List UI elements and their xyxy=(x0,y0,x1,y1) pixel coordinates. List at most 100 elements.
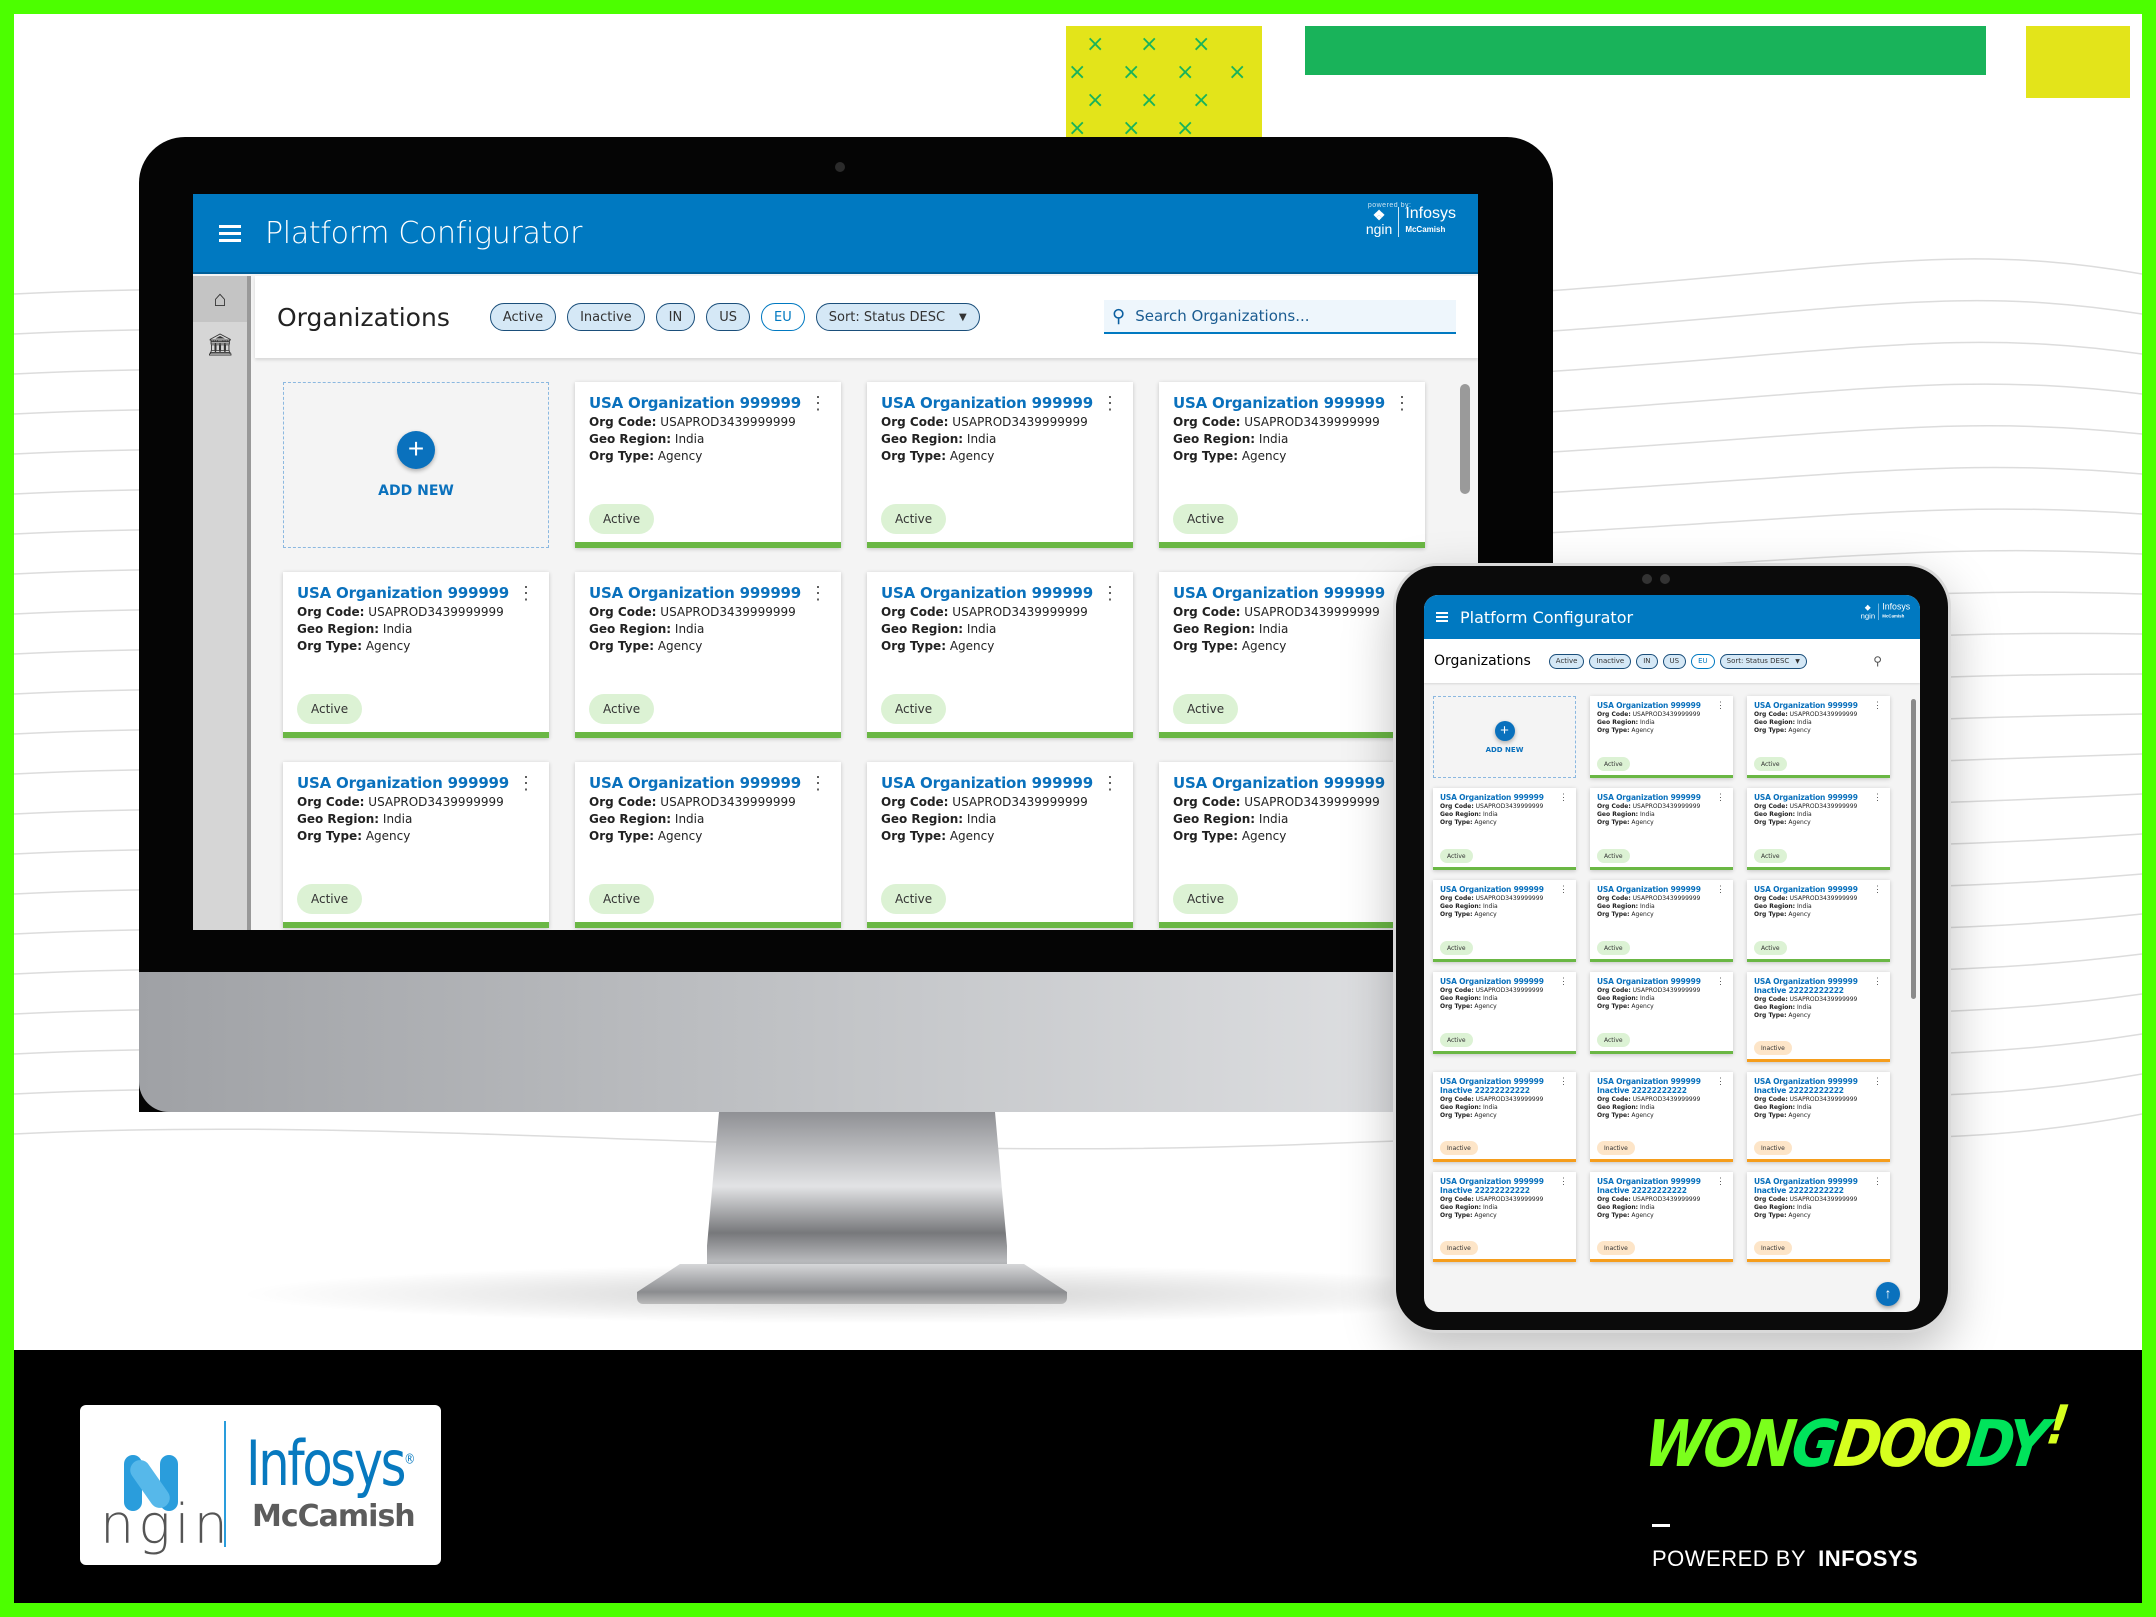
organization-card[interactable]: USA Organization 999999⋮Org Code: USAPRO… xyxy=(575,572,841,738)
more-options-icon[interactable]: ⋮ xyxy=(809,584,827,602)
sidebar-item-organizations[interactable]: 🏛 xyxy=(193,322,247,368)
organization-card[interactable]: USA Organization 999999⋮Org Code: USAPRO… xyxy=(283,762,549,928)
organization-name[interactable]: USA Organization 999999 xyxy=(1754,793,1883,802)
organization-card[interactable]: USA Organization 999999⋮Org Code: USAPRO… xyxy=(1590,696,1733,778)
organization-name[interactable]: USA Organization 999999 xyxy=(1597,977,1726,986)
more-options-icon[interactable]: ⋮ xyxy=(1716,885,1725,894)
organization-name[interactable]: USA Organization 999999 xyxy=(1440,977,1569,986)
organization-card[interactable]: USA Organization 999999 Inactive 2222222… xyxy=(1747,972,1890,1062)
scrollbar[interactable] xyxy=(1911,699,1916,999)
organization-name[interactable]: USA Organization 999999 xyxy=(1754,885,1883,894)
filter-chip-inactive[interactable]: Inactive xyxy=(1589,653,1632,669)
organization-card[interactable]: USA Organization 999999⋮Org Code: USAPRO… xyxy=(1159,572,1425,738)
sort-dropdown[interactable]: Sort: Status DESC ▼ xyxy=(1719,653,1807,669)
filter-chip-in[interactable]: IN xyxy=(655,303,696,331)
more-options-icon[interactable]: ⋮ xyxy=(809,394,827,412)
organization-name[interactable]: USA Organization 999999 Inactive 2222222… xyxy=(1597,1177,1726,1195)
organization-name[interactable]: USA Organization 999999 xyxy=(1173,584,1411,602)
organization-card[interactable]: USA Organization 999999⋮Org Code: USAPRO… xyxy=(867,572,1133,738)
organization-card[interactable]: USA Organization 999999⋮Org Code: USAPRO… xyxy=(867,382,1133,548)
organization-card[interactable]: USA Organization 999999⋮Org Code: USAPRO… xyxy=(1159,762,1425,928)
more-options-icon[interactable]: ⋮ xyxy=(1101,774,1119,792)
organization-card[interactable]: USA Organization 999999⋮Org Code: USAPRO… xyxy=(1433,880,1576,962)
more-options-icon[interactable]: ⋮ xyxy=(517,774,535,792)
filter-chip-active[interactable]: Active xyxy=(489,303,557,331)
organization-name[interactable]: USA Organization 999999 xyxy=(297,584,535,602)
more-options-icon[interactable]: ⋮ xyxy=(1873,793,1882,802)
organization-name[interactable]: USA Organization 999999 xyxy=(589,584,827,602)
more-options-icon[interactable]: ⋮ xyxy=(1716,977,1725,986)
sort-dropdown[interactable]: Sort: Status DESC ▼ xyxy=(815,303,980,331)
more-options-icon[interactable]: ⋮ xyxy=(1393,394,1411,412)
more-options-icon[interactable]: ⋮ xyxy=(1559,977,1568,986)
organization-card[interactable]: USA Organization 999999⋮Org Code: USAPRO… xyxy=(1590,972,1733,1054)
organization-name[interactable]: USA Organization 999999 xyxy=(1597,885,1726,894)
more-options-icon[interactable]: ⋮ xyxy=(809,774,827,792)
more-options-icon[interactable]: ⋮ xyxy=(1873,885,1882,894)
organization-card[interactable]: USA Organization 999999⋮Org Code: USAPRO… xyxy=(1590,880,1733,962)
organization-name[interactable]: USA Organization 999999 Inactive 2222222… xyxy=(1597,1077,1726,1095)
scroll-to-top-button[interactable]: ↑ xyxy=(1876,1282,1900,1306)
organization-name[interactable]: USA Organization 999999 xyxy=(1754,701,1883,710)
organization-card[interactable]: USA Organization 999999 Inactive 2222222… xyxy=(1433,1072,1576,1162)
more-options-icon[interactable]: ⋮ xyxy=(1559,1177,1568,1186)
organization-card[interactable]: USA Organization 999999⋮Org Code: USAPRO… xyxy=(1433,972,1576,1054)
search-icon[interactable]: ⚲ xyxy=(1873,654,1882,668)
organization-name[interactable]: USA Organization 999999 xyxy=(881,774,1119,792)
add-new-card[interactable]: + ADD NEW xyxy=(283,382,549,548)
organization-card[interactable]: USA Organization 999999⋮Org Code: USAPRO… xyxy=(1747,880,1890,962)
filter-chip-in[interactable]: IN xyxy=(1636,653,1658,669)
more-options-icon[interactable]: ⋮ xyxy=(1559,1077,1568,1086)
organization-card[interactable]: USA Organization 999999 Inactive 2222222… xyxy=(1747,1072,1890,1162)
organization-name[interactable]: USA Organization 999999 Inactive 2222222… xyxy=(1440,1177,1569,1195)
filter-chip-us[interactable]: US xyxy=(706,303,751,331)
organization-card[interactable]: USA Organization 999999⋮Org Code: USAPRO… xyxy=(283,572,549,738)
organization-card[interactable]: USA Organization 999999⋮Org Code: USAPRO… xyxy=(867,762,1133,928)
more-options-icon[interactable]: ⋮ xyxy=(1101,584,1119,602)
filter-chip-eu[interactable]: EU xyxy=(761,303,805,331)
organization-card[interactable]: USA Organization 999999 Inactive 2222222… xyxy=(1747,1172,1890,1262)
organization-name[interactable]: USA Organization 999999 xyxy=(1440,793,1569,802)
organization-card[interactable]: USA Organization 999999⋮Org Code: USAPRO… xyxy=(1433,788,1576,870)
add-new-card[interactable]: + ADD NEW xyxy=(1433,696,1576,778)
organization-card[interactable]: USA Organization 999999 Inactive 2222222… xyxy=(1590,1072,1733,1162)
organization-name[interactable]: USA Organization 999999 xyxy=(881,584,1119,602)
more-options-icon[interactable]: ⋮ xyxy=(1559,885,1568,894)
organization-card[interactable]: USA Organization 999999⋮Org Code: USAPRO… xyxy=(1590,788,1733,870)
more-options-icon[interactable]: ⋮ xyxy=(1716,793,1725,802)
organization-card[interactable]: USA Organization 999999 Inactive 2222222… xyxy=(1590,1172,1733,1262)
organization-name[interactable]: USA Organization 999999 xyxy=(589,394,827,412)
organization-card[interactable]: USA Organization 999999⋮Org Code: USAPRO… xyxy=(575,382,841,548)
more-options-icon[interactable]: ⋮ xyxy=(1101,394,1119,412)
organization-name[interactable]: USA Organization 999999 xyxy=(297,774,535,792)
filter-chip-eu[interactable]: EU xyxy=(1691,653,1715,669)
organization-card[interactable]: USA Organization 999999 Inactive 2222222… xyxy=(1433,1172,1576,1262)
filter-chip-us[interactable]: US xyxy=(1662,653,1687,669)
organization-name[interactable]: USA Organization 999999 Inactive 2222222… xyxy=(1754,977,1883,995)
more-options-icon[interactable]: ⋮ xyxy=(1716,1177,1725,1186)
menu-icon[interactable] xyxy=(219,224,241,242)
more-options-icon[interactable]: ⋮ xyxy=(1873,977,1882,986)
organization-card[interactable]: USA Organization 999999⋮Org Code: USAPRO… xyxy=(1159,382,1425,548)
organization-name[interactable]: USA Organization 999999 xyxy=(881,394,1119,412)
sidebar-item-home[interactable]: ⌂ xyxy=(193,276,247,322)
scrollbar[interactable] xyxy=(1460,384,1470,494)
more-options-icon[interactable]: ⋮ xyxy=(1559,793,1568,802)
organization-name[interactable]: USA Organization 999999 xyxy=(1173,774,1411,792)
more-options-icon[interactable]: ⋮ xyxy=(1716,701,1725,710)
search-input[interactable] xyxy=(1135,307,1416,325)
organization-name[interactable]: USA Organization 999999 Inactive 2222222… xyxy=(1754,1177,1883,1195)
more-options-icon[interactable]: ⋮ xyxy=(1716,1077,1725,1086)
more-options-icon[interactable]: ⋮ xyxy=(1873,701,1882,710)
organization-name[interactable]: USA Organization 999999 xyxy=(1597,793,1726,802)
menu-icon[interactable] xyxy=(1436,612,1448,622)
filter-chip-inactive[interactable]: Inactive xyxy=(567,303,645,331)
organization-name[interactable]: USA Organization 999999 Inactive 2222222… xyxy=(1440,1077,1569,1095)
organization-name[interactable]: USA Organization 999999 xyxy=(1597,701,1726,710)
organization-card[interactable]: USA Organization 999999⋮Org Code: USAPRO… xyxy=(1747,696,1890,778)
organization-name[interactable]: USA Organization 999999 xyxy=(1440,885,1569,894)
organization-name[interactable]: USA Organization 999999 xyxy=(589,774,827,792)
filter-chip-active[interactable]: Active xyxy=(1548,653,1585,669)
more-options-icon[interactable]: ⋮ xyxy=(1873,1077,1882,1086)
more-options-icon[interactable]: ⋮ xyxy=(1873,1177,1882,1186)
